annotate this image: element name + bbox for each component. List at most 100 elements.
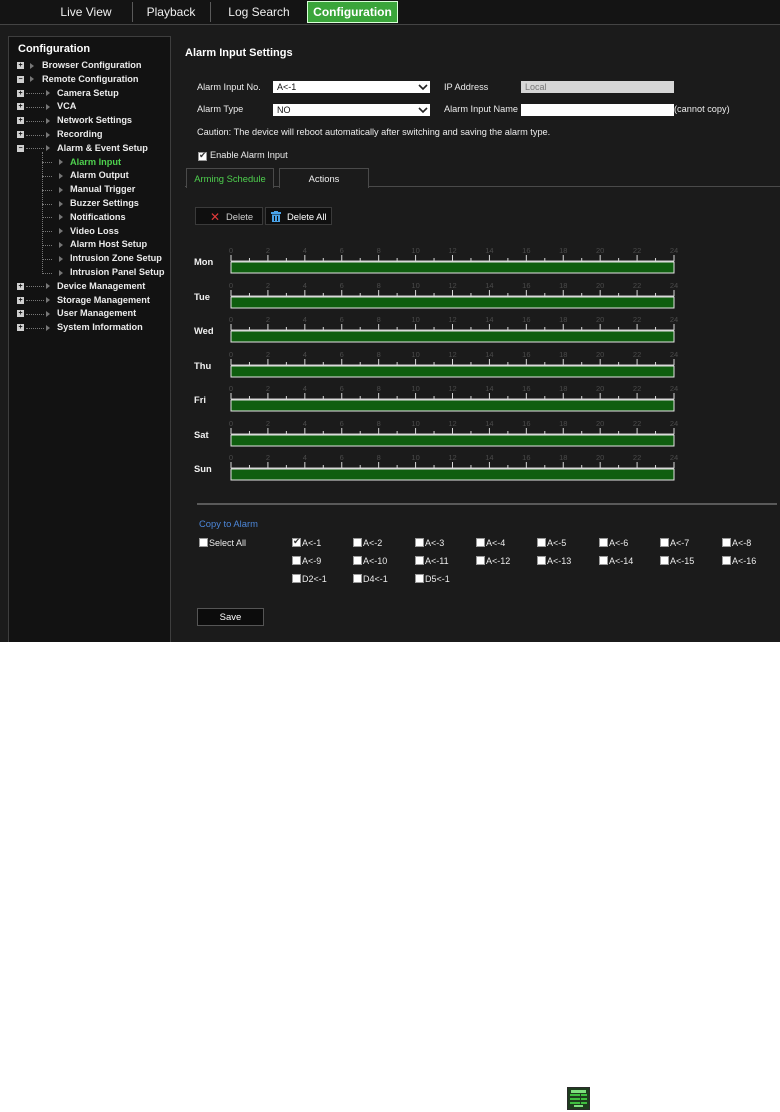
expand-icon[interactable]: + [17,117,24,125]
expand-icon[interactable]: + [17,296,24,304]
expand-icon[interactable]: + [17,103,24,111]
sidebar-item-device-management[interactable]: Device Management [57,280,145,293]
checkbox-box[interactable] [292,556,301,566]
select-all-box[interactable] [199,538,208,548]
sidebar-item-buzzer-settings[interactable]: Buzzer Settings [70,197,139,210]
alarm-input-name-input[interactable] [521,104,674,116]
timeline-mon[interactable]: 0 2 4 6 8 10 12 14 16 18 20 22 24 [172,245,780,275]
checkbox-box[interactable] [353,556,362,566]
alarm-input-no-select[interactable]: A<-1 [273,81,430,93]
alarm-type-select[interactable]: NO [273,104,430,116]
timeline-sat[interactable]: 0 2 4 6 8 10 12 14 16 18 20 22 24 [172,418,780,448]
copy-alarm-checkbox[interactable]: A<-11 [415,556,449,567]
expand-icon[interactable]: + [17,62,24,69]
copy-alarm-checkbox[interactable]: A<-5 [537,538,566,549]
sidebar-item-network-settings[interactable]: Network Settings [57,114,132,127]
copy-alarm-checkbox[interactable]: A<-16 [722,556,756,567]
delete-button[interactable]: ✕ Delete [195,207,263,225]
checkbox-box[interactable] [353,538,362,548]
expand-icon[interactable]: + [17,324,24,332]
armed-period-bar[interactable] [230,468,675,481]
checkbox-box[interactable] [476,538,485,548]
checkbox-box[interactable] [660,556,669,566]
arrow-right-icon [46,310,50,317]
collapse-icon[interactable]: − [17,144,24,152]
tab-actions[interactable]: Actions [279,168,369,188]
copy-alarm-checkbox[interactable]: A<-12 [476,556,510,567]
copy-alarm-checkbox[interactable]: A<-14 [599,556,633,567]
armed-period-bar[interactable] [230,330,675,343]
tab-configuration[interactable]: Configuration [307,1,398,23]
tab-playback[interactable]: Playback [132,2,211,22]
checkbox-box[interactable] [722,538,731,548]
checkbox-box[interactable] [292,536,301,548]
armed-period-bar[interactable] [230,434,675,446]
checkbox-box[interactable] [415,556,424,566]
timeline-thu[interactable]: 0 2 4 6 8 10 12 14 16 18 20 22 24 [172,349,780,379]
sidebar-item-manual-trigger[interactable]: Manual Trigger [70,183,135,196]
save-button[interactable]: Save [197,608,264,626]
copy-alarm-checkbox[interactable]: A<-4 [476,538,505,549]
copy-alarm-checkbox[interactable]: A<-15 [660,556,694,567]
sidebar-item-video-loss[interactable]: Video Loss [70,225,119,238]
timeline-wed[interactable]: 0 2 4 6 8 10 12 14 16 18 20 22 24 [172,314,780,344]
armed-period-bar[interactable] [230,296,675,308]
copy-alarm-checkbox[interactable]: A<-3 [415,538,444,549]
checkbox-box[interactable] [415,574,424,584]
checkbox-box[interactable] [660,538,669,548]
copy-alarm-checkbox[interactable]: A<-10 [353,556,387,567]
copy-alarm-checkbox[interactable]: A<-9 [292,556,321,567]
copy-alarm-checkbox[interactable]: A<-8 [722,538,751,549]
enable-alarm-input-checkbox[interactable] [198,150,207,161]
tree-connector [26,286,44,288]
copy-alarm-checkbox[interactable]: A<-2 [353,538,382,549]
sidebar-item-browser-configuration[interactable]: Browser Configuration [42,59,142,72]
tab-log-search[interactable]: Log Search [210,2,309,22]
checkbox-box[interactable] [292,574,301,584]
checkbox-box[interactable] [599,538,608,548]
armed-period-bar[interactable] [230,399,675,412]
checkbox-box[interactable] [537,538,546,548]
checkbox-box[interactable] [537,556,546,566]
expand-icon[interactable]: + [17,131,24,138]
expand-icon[interactable]: + [17,310,24,318]
sidebar-item-intrusion-panel-setup[interactable]: Intrusion Panel Setup [70,266,164,279]
expand-icon[interactable]: + [17,282,24,290]
select-all-checkbox[interactable]: Select All [199,538,246,549]
sidebar-item-system-information[interactable]: System Information [57,321,143,334]
copy-alarm-checkbox[interactable]: D2<-1 [292,574,327,585]
sidebar-item-camera-setup[interactable]: Camera Setup [57,87,119,100]
checkbox-box[interactable] [353,574,362,584]
sidebar-item-alarm-input[interactable]: Alarm Input [70,156,121,169]
copy-alarm-checkbox[interactable]: A<-6 [599,538,628,549]
checkbox-box[interactable] [599,556,608,566]
sidebar-item-remote-configuration[interactable]: Remote Configuration [42,73,138,86]
armed-period-bar[interactable] [230,261,675,274]
tab-arming-schedule[interactable]: Arming Schedule [186,168,274,188]
sidebar-item-user-management[interactable]: User Management [57,307,136,320]
sidebar-item-alarm-host-setup[interactable]: Alarm Host Setup [70,238,147,251]
delete-all-button[interactable]: Delete All [265,207,332,225]
expand-icon[interactable]: + [17,89,24,97]
tab-live-view[interactable]: Live View [40,2,133,22]
sidebar-item-alarm-event-setup[interactable]: Alarm & Event Setup [57,142,148,155]
sidebar-item-recording[interactable]: Recording [57,128,102,141]
sidebar-item-notifications[interactable]: Notifications [70,211,126,224]
copy-alarm-checkbox[interactable]: D5<-1 [415,574,450,585]
sidebar-item-storage-management[interactable]: Storage Management [57,294,150,307]
timeline-tue[interactable]: 0 2 4 6 8 10 12 14 16 18 20 22 24 [172,280,780,310]
checkbox-box[interactable] [722,556,731,566]
sidebar-item-alarm-output[interactable]: Alarm Output [70,169,129,182]
checkbox-box[interactable] [476,556,485,566]
copy-alarm-checkbox[interactable]: A<-1 [292,536,321,549]
collapse-icon[interactable]: − [17,75,24,83]
copy-alarm-checkbox[interactable]: A<-7 [660,538,689,549]
armed-period-bar[interactable] [230,365,675,377]
sidebar-item-intrusion-zone-setup[interactable]: Intrusion Zone Setup [70,252,162,265]
timeline-sun[interactable]: 0 2 4 6 8 10 12 14 16 18 20 22 24 [172,452,780,482]
sidebar-item-vca[interactable]: VCA [57,100,76,113]
timeline-fri[interactable]: 0 2 4 6 8 10 12 14 16 18 20 22 24 [172,383,780,413]
checkbox-box[interactable] [415,538,424,548]
copy-alarm-checkbox[interactable]: A<-13 [537,556,571,567]
copy-alarm-checkbox[interactable]: D4<-1 [353,574,388,585]
